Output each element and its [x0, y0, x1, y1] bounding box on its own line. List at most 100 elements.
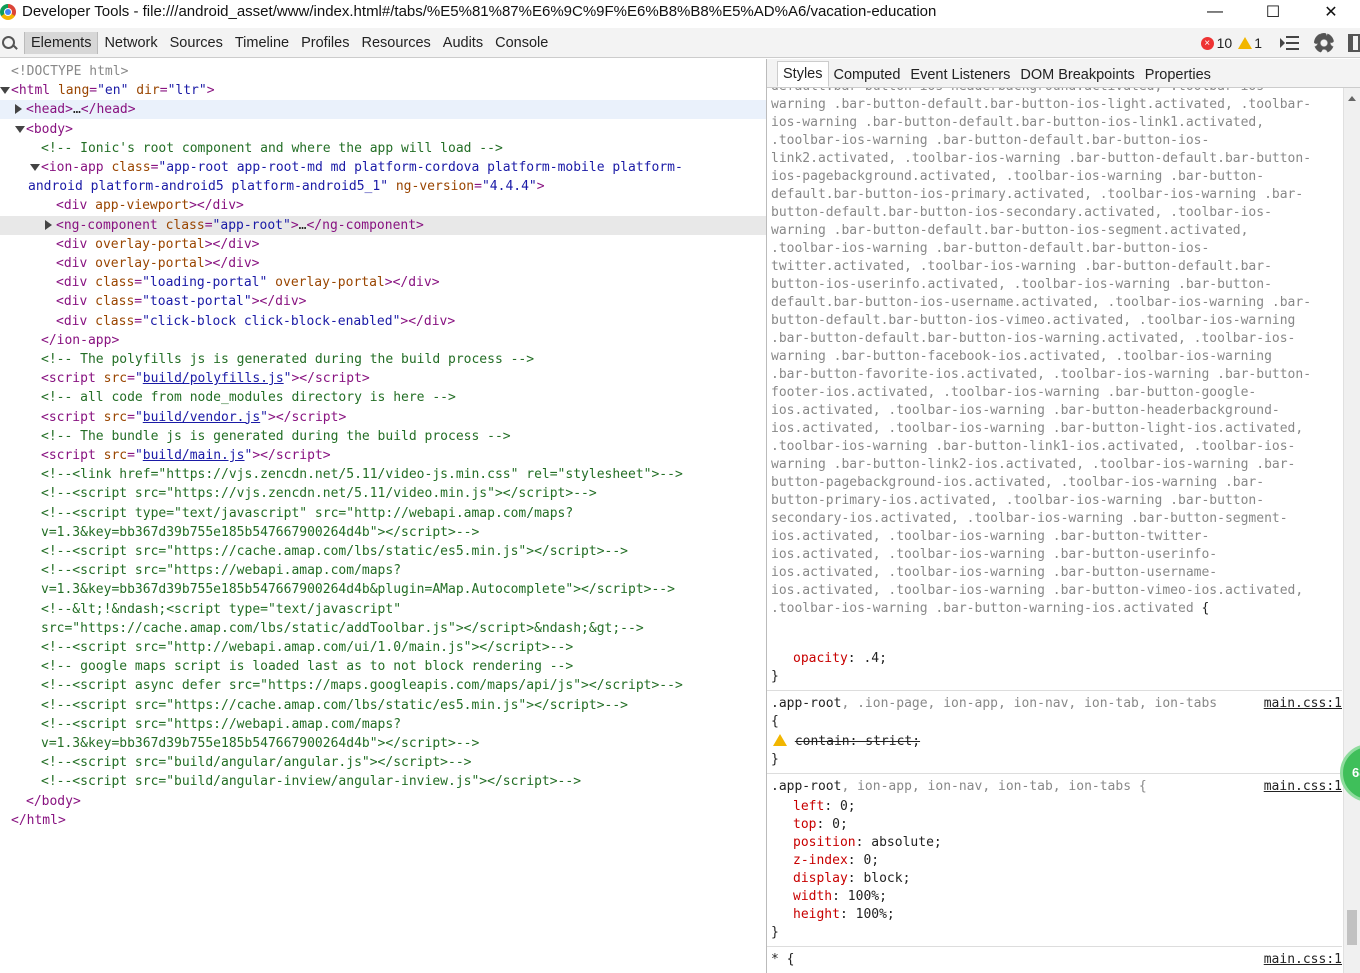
- error-count[interactable]: 10: [1217, 35, 1233, 51]
- dom-node-line[interactable]: <!--<script src="https://webapi.amap.com…: [0, 715, 766, 734]
- style-property[interactable]: display: block;: [793, 870, 910, 888]
- tab-sources[interactable]: Sources: [164, 32, 229, 54]
- collapse-triangle-icon[interactable]: [30, 164, 40, 171]
- rule-selector-line[interactable]: .toolbar-ios-warning .bar-button-default…: [771, 240, 1209, 258]
- rule-selector-line[interactable]: button-default.bar-button-ios-secondary.…: [771, 204, 1272, 222]
- rule-selector-line[interactable]: ios-pagebackground.activated, .toolbar-i…: [771, 168, 1264, 186]
- rule-selector-line[interactable]: .toolbar-ios-warning .bar-button-link1-i…: [771, 438, 1295, 456]
- dom-node-line[interactable]: <!-- Ionic's root component and where th…: [0, 139, 766, 158]
- dom-node-line[interactable]: <!--<script src="https://webapi.amap.com…: [0, 561, 766, 580]
- rule-selector-line[interactable]: ios.activated, .toolbar-ios-warning .bar…: [771, 564, 1217, 582]
- style-property-disabled[interactable]: contain: strict;: [773, 733, 920, 751]
- tab-profiles[interactable]: Profiles: [295, 32, 355, 54]
- rule-selector-line[interactable]: ios.activated, .toolbar-ios-warning .bar…: [771, 546, 1217, 564]
- tab-audits[interactable]: Audits: [437, 32, 489, 54]
- sidebar-tab-properties[interactable]: Properties: [1140, 63, 1216, 87]
- rule-selector-line[interactable]: default.bar-button-ios-headerbackground.…: [771, 88, 1272, 96]
- dom-node-line[interactable]: <!--<script async defer src="https://map…: [0, 676, 766, 695]
- rule-selector-line[interactable]: .toolbar-ios-warning .bar-button-default…: [771, 132, 1209, 150]
- rule-selector-line[interactable]: button-ios-userinfo.activated, .toolbar-…: [771, 276, 1272, 294]
- dom-node-line[interactable]: <head>…</head>: [0, 100, 766, 120]
- sidebar-tab-dom-breakpoints[interactable]: DOM Breakpoints: [1015, 63, 1139, 87]
- scroll-thumb[interactable]: [1347, 910, 1357, 945]
- dock-side-icon[interactable]: [1348, 34, 1360, 52]
- dom-node-line[interactable]: <!-- The polyfills js is generated durin…: [0, 350, 766, 369]
- dom-node-line[interactable]: v=1.3&key=bb367d39b755e185b547667900264d…: [0, 734, 766, 753]
- dom-node-line[interactable]: <script src="build/polyfills.js"></scrip…: [0, 369, 766, 388]
- rule-selector-line[interactable]: .bar-button-default.bar-button-ios-warni…: [771, 330, 1295, 348]
- styles-scrollbar[interactable]: [1343, 88, 1360, 973]
- dom-node-line[interactable]: <html lang="en" dir="ltr">: [0, 81, 766, 100]
- styles-pane[interactable]: default.bar-button-ios-headerbackground.…: [767, 88, 1342, 973]
- rule-selector-line[interactable]: ios.activated, .toolbar-ios-warning .bar…: [771, 402, 1280, 420]
- dom-node-line[interactable]: </html>: [0, 811, 766, 830]
- rule-selector-line[interactable]: default.bar-button-ios-primary.activated…: [771, 186, 1303, 204]
- tab-elements[interactable]: Elements: [24, 31, 99, 54]
- style-property[interactable]: left: 0;: [793, 798, 856, 816]
- dom-node-line[interactable]: <!--<script src="https://cache.amap.com/…: [0, 542, 766, 561]
- dom-node-line[interactable]: <div class="toast-portal"></div>: [0, 292, 766, 311]
- inspect-search-icon[interactable]: [0, 33, 20, 53]
- rule-selector-line[interactable]: ios-warning .bar-button-default.bar-butt…: [771, 114, 1264, 132]
- rule-selector-line[interactable]: twitter.activated, .toolbar-ios-warning …: [771, 258, 1272, 276]
- rule-selector-line[interactable]: warning .bar-button-default.bar-button-i…: [771, 222, 1248, 240]
- dom-node-line[interactable]: <!--<script src="build/angular-inview/an…: [0, 772, 766, 791]
- elements-dom-tree[interactable]: <!DOCTYPE html> <html lang="en" dir="ltr"…: [0, 59, 766, 973]
- dom-node-line[interactable]: <!-- The bundle js is generated during t…: [0, 427, 766, 446]
- rule-selector-line[interactable]: .toolbar-ios-warning .bar-button-warning…: [771, 600, 1209, 618]
- tab-resources[interactable]: Resources: [355, 32, 436, 54]
- rule-selector-line[interactable]: ios.activated, .toolbar-ios-warning .bar…: [771, 420, 1303, 438]
- dom-node-line[interactable]: <!--<script type="text/javascript" src="…: [0, 504, 766, 523]
- dom-node-line[interactable]: v=1.3&key=bb367d39b755e185b547667900264d…: [0, 523, 766, 542]
- rule-selector[interactable]: .app-root, .ion-page, ion-app, ion-nav, …: [771, 695, 1342, 713]
- expand-triangle-icon[interactable]: [15, 104, 22, 115]
- dom-node-line[interactable]: <!DOCTYPE html>: [0, 62, 766, 81]
- rule-selector-line[interactable]: button-pagebackground-ios.activated, .to…: [771, 474, 1264, 492]
- style-property[interactable]: top: 0;: [793, 816, 848, 834]
- sidebar-tab-event-listeners[interactable]: Event Listeners: [905, 63, 1015, 87]
- rule-selector-line[interactable]: button-default.bar-button-ios-vimeo.acti…: [771, 312, 1295, 330]
- sidebar-tab-styles[interactable]: Styles: [777, 61, 829, 87]
- style-property[interactable]: height: 100%;: [793, 906, 895, 924]
- maximize-button[interactable]: ☐: [1244, 0, 1302, 23]
- rule-source-link[interactable]: main.css:1: [1264, 778, 1342, 796]
- sidebar-tab-computed[interactable]: Computed: [829, 63, 906, 87]
- dom-node-line[interactable]: <div class="loading-portal" overlay-port…: [0, 273, 766, 292]
- error-icon[interactable]: ×: [1200, 36, 1214, 50]
- dom-node-line[interactable]: <ng-component class="app-root">…</ng-com…: [0, 215, 766, 235]
- rule-selector-line[interactable]: secondary-ios.activated, .toolbar-ios-wa…: [771, 510, 1288, 528]
- minimize-button[interactable]: —: [1186, 0, 1244, 23]
- dom-node-line[interactable]: <!--<script src="build/angular/angular.j…: [0, 753, 766, 772]
- style-property[interactable]: position: absolute;: [793, 834, 942, 852]
- dom-node-line[interactable]: <div overlay-portal></div>: [0, 235, 766, 254]
- tab-console[interactable]: Console: [489, 32, 554, 54]
- rule-selector-line[interactable]: warning .bar-button-link2-ios.activated,…: [771, 456, 1295, 474]
- rule-selector-line[interactable]: warning .bar-button-default.bar-button-i…: [771, 96, 1311, 114]
- rule-selector-line[interactable]: link2.activated, .toolbar-ios-warning .b…: [771, 150, 1311, 168]
- dom-node-line[interactable]: <script src="build/main.js"></script>: [0, 446, 766, 465]
- rule-selector-line[interactable]: .bar-button-favorite-ios.activated, .too…: [771, 366, 1311, 384]
- dom-node-line[interactable]: <script src="build/vendor.js"></script>: [0, 408, 766, 427]
- tab-timeline[interactable]: Timeline: [229, 32, 295, 54]
- dom-node-line[interactable]: <div class="click-block click-block-enab…: [0, 312, 766, 331]
- gear-icon[interactable]: [1314, 33, 1334, 53]
- dom-node-line[interactable]: src="https://cache.amap.com/lbs/static/a…: [0, 619, 766, 638]
- rule-source-link[interactable]: main.css:1: [1264, 695, 1342, 713]
- close-button[interactable]: ✕: [1302, 0, 1360, 23]
- rule-selector-line[interactable]: ios.activated, .toolbar-ios-warning .bar…: [771, 528, 1209, 546]
- dom-node-line[interactable]: <body>: [0, 120, 766, 139]
- rule-selector-line[interactable]: default.bar-button-ios-username.activate…: [771, 294, 1311, 312]
- rule-selector[interactable]: * {: [771, 951, 794, 969]
- rule-selector-line[interactable]: footer-ios.activated, .toolbar-ios-warni…: [771, 384, 1256, 402]
- style-property[interactable]: z-index: 0;: [793, 852, 879, 870]
- dom-node-line[interactable]: <!--&lt;!&ndash;<script type="text/javas…: [0, 600, 766, 619]
- collapse-triangle-icon[interactable]: [0, 87, 10, 95]
- dom-node-line[interactable]: </body>: [0, 792, 766, 811]
- rule-selector-line[interactable]: warning .bar-button-facebook-ios.activat…: [771, 348, 1272, 366]
- scroll-up-arrow-icon[interactable]: [1348, 96, 1356, 101]
- expand-triangle-icon[interactable]: [45, 219, 52, 230]
- rule-selector-line[interactable]: button-primary-ios.activated, .toolbar-i…: [771, 492, 1264, 510]
- dom-node-line[interactable]: <div app-viewport></div>: [0, 196, 766, 215]
- dom-node-line[interactable]: <!-- all code from node_modules director…: [0, 388, 766, 407]
- dom-node-line[interactable]: <!--<script src="https://vjs.zencdn.net/…: [0, 484, 766, 503]
